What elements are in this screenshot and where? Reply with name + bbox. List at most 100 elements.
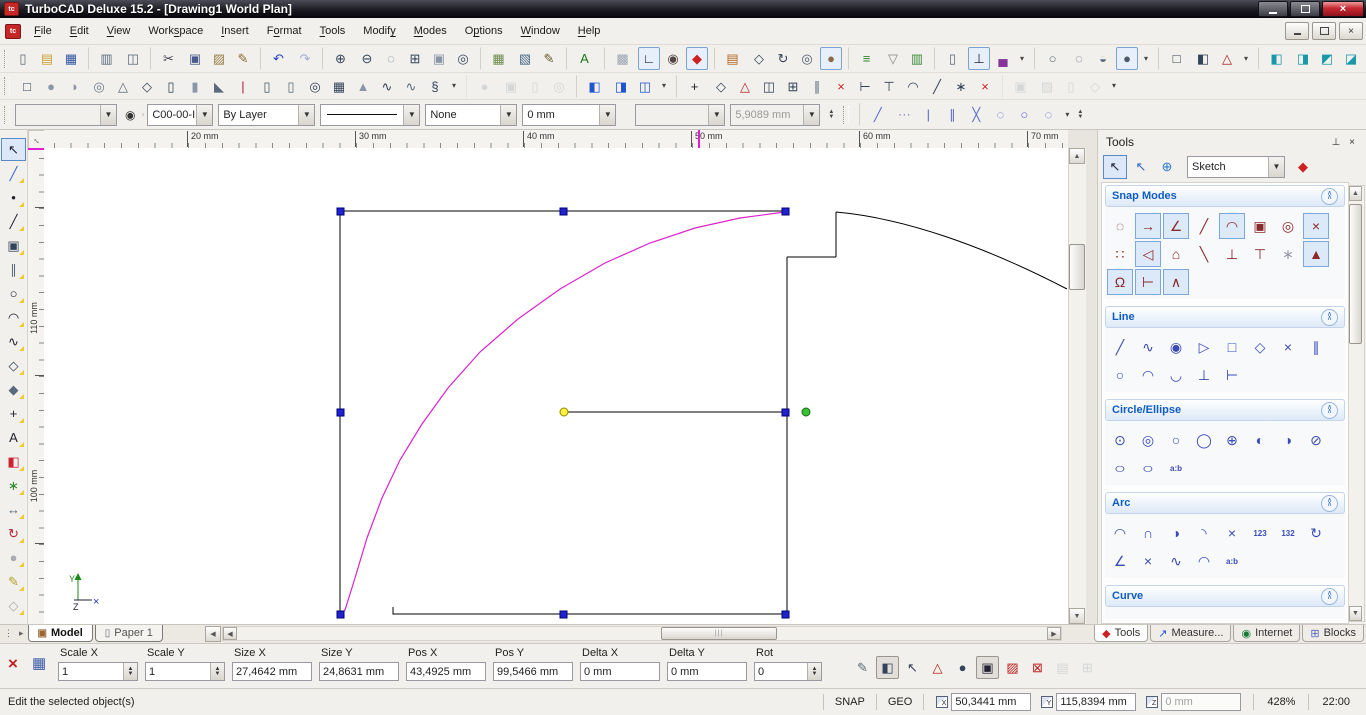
scroll-left-icon[interactable]: ◀: [223, 627, 237, 640]
ptool-arc-quarter[interactable]: ◝: [1191, 520, 1217, 546]
ptool-line-tangent-from-arc[interactable]: ◠: [1135, 362, 1161, 388]
toolbar-save[interactable]: ▦: [60, 47, 82, 70]
toolbar-tank[interactable]: ▯: [280, 75, 302, 98]
toolbar-grip[interactable]: [4, 49, 6, 68]
tool-circle[interactable]: ○: [1, 282, 26, 305]
toolbar-wedge[interactable]: ◣: [208, 75, 230, 98]
ptool-circle-center-point[interactable]: ⊙: [1107, 427, 1133, 453]
selector-edit-vertical[interactable]: |: [917, 103, 939, 126]
selector-edit-parallel[interactable]: ∥: [941, 103, 963, 126]
tab-scroll-left-icon[interactable]: ◀: [205, 626, 221, 642]
toolbar-select-cone[interactable]: △: [1216, 47, 1238, 70]
scroll-right-icon[interactable]: ▶: [1047, 627, 1061, 640]
toolbar-cut[interactable]: ✂: [150, 47, 182, 70]
toolbar-export-image[interactable]: ▦: [480, 47, 512, 70]
section-header[interactable]: Line ∧ ∧: [1105, 306, 1345, 328]
toolbar-copy[interactable]: ▣: [184, 47, 206, 70]
toolbar-delete-edge[interactable]: ×: [974, 75, 996, 98]
collapse-chevron-icon[interactable]: ∧ ∧: [1321, 587, 1338, 605]
palette-category-combo[interactable]: Sketch ▼: [1187, 155, 1285, 178]
palette-close-icon[interactable]: ×: [1344, 135, 1360, 150]
toolbar-new[interactable]: ▯: [12, 47, 34, 70]
ptool-snap-angle[interactable]: ∧: [1163, 269, 1189, 295]
tool-hatch[interactable]: ∥: [1, 258, 26, 281]
toolbar-cylinder[interactable]: ▯: [160, 75, 182, 98]
toolbar-reference-book[interactable]: ▄: [992, 47, 1014, 70]
tool-edit-node[interactable]: ╱: [1, 162, 26, 185]
ptool-snap-magnet[interactable]: Ω: [1107, 269, 1133, 295]
pen-color-combo[interactable]: C00-00-I ▼: [147, 103, 214, 126]
toolbar-ungroup-grey[interactable]: ▨: [1036, 75, 1058, 98]
toolbar-view-left[interactable]: ◪: [1340, 47, 1362, 70]
toolbar-group-grey[interactable]: ▣: [1002, 74, 1034, 98]
ptool-snap-center[interactable]: ◎: [1275, 213, 1301, 239]
palette-tab-blocks[interactable]: ⊞ Blocks: [1302, 625, 1364, 642]
tool-extrude[interactable]: ◇: [1, 594, 26, 617]
toolbar-zoom-out[interactable]: ⊖: [356, 47, 378, 70]
toolbar-boolean-union[interactable]: ◧: [576, 74, 608, 98]
section-header[interactable]: Circle/Ellipse ∧ ∧: [1105, 399, 1345, 421]
ptool-line-irregular-polygon[interactable]: ▷: [1191, 334, 1217, 360]
ptool-snap-arc-center[interactable]: ◠: [1219, 213, 1245, 239]
vertical-ruler[interactable]: 110 mm100 mm90 mm: [28, 148, 45, 624]
close-button[interactable]: ×: [1322, 1, 1364, 17]
ptool-arc-fixed-ratio[interactable]: a:b: [1219, 548, 1245, 574]
menu-view[interactable]: View: [98, 21, 140, 41]
tool-solid-3d[interactable]: ◆: [1, 378, 26, 401]
tool-select[interactable]: ↖: [1, 138, 26, 161]
node-select-button[interactable]: ↖: [1129, 155, 1153, 179]
toolbar-view-top[interactable]: ◧: [1258, 47, 1290, 70]
toolbar-flyout-1[interactable]: ▾: [1016, 47, 1028, 70]
toolbar-box[interactable]: □: [16, 75, 38, 98]
ptool-line-perp-from-line[interactable]: ⊢: [1219, 362, 1245, 388]
line-style-combo[interactable]: ▼: [320, 103, 421, 126]
line-width-combo[interactable]: 0 mm ▼: [522, 103, 617, 126]
ptool-circle-concentric[interactable]: ◎: [1135, 427, 1161, 453]
mdi-restore-button[interactable]: [1312, 22, 1336, 40]
toolbar-undo[interactable]: ↶: [260, 47, 292, 70]
selector-edit-segment[interactable]: ⋯: [893, 103, 915, 126]
ptool-line-rotated-rectangle[interactable]: ◇: [1247, 334, 1273, 360]
inspector-aperture-warning[interactable]: △: [926, 656, 949, 679]
layer-combo[interactable]: By Layer ▼: [218, 103, 316, 126]
selector-edit-circle[interactable]: ○: [1013, 103, 1035, 126]
toolbar-camera[interactable]: ◎: [796, 47, 818, 70]
ptool-circle-tan-to-3[interactable]: ◑: [1275, 427, 1301, 453]
toolbar-rotate-profile[interactable]: ∿: [376, 75, 398, 98]
toolbar-view-front[interactable]: ◨: [1292, 47, 1314, 70]
ptool-line-perp-to-line[interactable]: ⊥: [1191, 362, 1217, 388]
section-header[interactable]: Curve ∧ ∧: [1105, 585, 1345, 607]
axis-toggle-icon[interactable]: Y: [1041, 696, 1054, 708]
field-input[interactable]: 24,8631 mm ▲▼: [319, 662, 399, 681]
mdi-close-button[interactable]: ×: [1339, 22, 1363, 40]
toolbar-select-2d[interactable]: □: [1158, 47, 1190, 70]
menu-help[interactable]: Help: [569, 21, 610, 41]
canvas-horizontal-scrollbar[interactable]: ◀ ||| ▶: [222, 626, 1062, 641]
pin-icon[interactable]: ⊥: [1328, 135, 1344, 150]
selector-edit-ellipse-2[interactable]: ◌: [1037, 103, 1059, 126]
toolbar-print[interactable]: ▥: [88, 47, 120, 70]
toolbar-render-draft[interactable]: ◒: [1092, 47, 1114, 70]
selector-edit-ellipse-1[interactable]: ◌: [989, 103, 1011, 126]
ptool-snap-face[interactable]: ⌂: [1163, 241, 1189, 267]
toolbar-flyout-5[interactable]: ▾: [448, 75, 460, 98]
toolbar-boolean-subtract[interactable]: ◨: [610, 75, 632, 98]
title-bar[interactable]: tc TurboCAD Deluxe 15.2 - [Drawing1 Worl…: [0, 0, 1366, 18]
ptool-line-tangent-to-arc[interactable]: ○: [1107, 362, 1133, 388]
reference-point-handle[interactable]: [559, 407, 569, 417]
scroll-up-icon[interactable]: ▲: [1069, 148, 1085, 164]
ptool-line-polygon[interactable]: ◉: [1163, 334, 1189, 360]
ptool-arc-spline[interactable]: ∿: [1163, 548, 1189, 574]
toolbar-flyout-2[interactable]: ▾: [1140, 47, 1152, 70]
axis-toggle-icon[interactable]: Z: [1146, 696, 1159, 708]
toolbar-stamp[interactable]: ▽: [882, 47, 904, 70]
inspector-bounds-box-mode[interactable]: ▣: [976, 656, 999, 679]
ptool-line-parallel[interactable]: ∥: [1303, 334, 1329, 360]
toolbar-grip[interactable]: [4, 105, 10, 124]
restore-button[interactable]: [1290, 1, 1320, 17]
inspector-inspector-pen[interactable]: ✎: [851, 656, 874, 679]
spinner[interactable]: ▲ ▼: [210, 663, 224, 680]
toolbar-edit-drawing[interactable]: ✎: [538, 47, 560, 70]
toolbar-overflow-button[interactable]: ▲ ▼: [825, 109, 837, 120]
ptool-circle-tan-to-line[interactable]: ⊕: [1219, 427, 1245, 453]
